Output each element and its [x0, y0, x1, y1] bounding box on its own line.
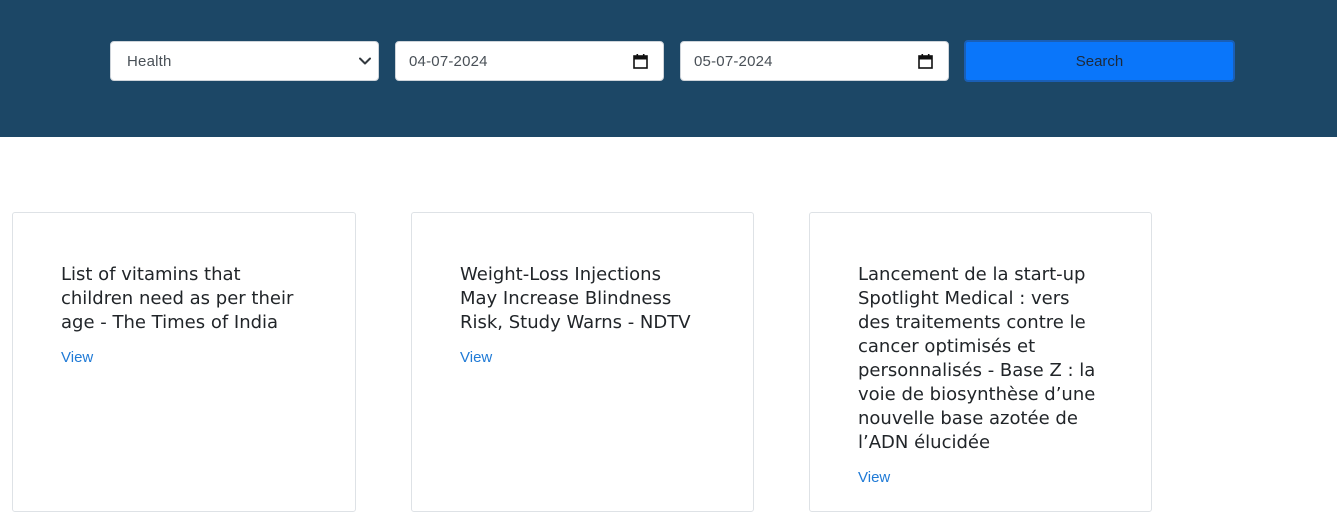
article-card: Weight-Loss Injections May Increase Blin…	[411, 212, 754, 512]
category-select[interactable]: Health	[110, 41, 379, 81]
calendar-icon[interactable]	[914, 53, 936, 69]
article-title: Weight-Loss Injections May Increase Blin…	[460, 264, 691, 333]
search-header: Health 04-07-2024 05-07-2024 Search	[0, 0, 1337, 137]
article-card: Lancement de la start-up Spotlight Medic…	[809, 212, 1152, 512]
chevron-down-icon	[354, 57, 376, 65]
calendar-icon[interactable]	[629, 53, 651, 69]
to-date-input[interactable]: 05-07-2024	[680, 41, 949, 81]
article-card: List of vitamins that children need as p…	[12, 212, 356, 512]
article-title: List of vitamins that children need as p…	[61, 264, 294, 333]
view-link[interactable]: View	[61, 349, 93, 366]
from-date-value: 04-07-2024	[409, 52, 488, 70]
view-link[interactable]: View	[460, 349, 492, 366]
to-date-value: 05-07-2024	[694, 52, 773, 70]
search-button[interactable]: Search	[964, 40, 1235, 82]
article-title: Lancement de la start-up Spotlight Medic…	[858, 264, 1096, 453]
category-select-value: Health	[127, 52, 172, 70]
view-link[interactable]: View	[858, 469, 890, 486]
from-date-input[interactable]: 04-07-2024	[395, 41, 664, 81]
